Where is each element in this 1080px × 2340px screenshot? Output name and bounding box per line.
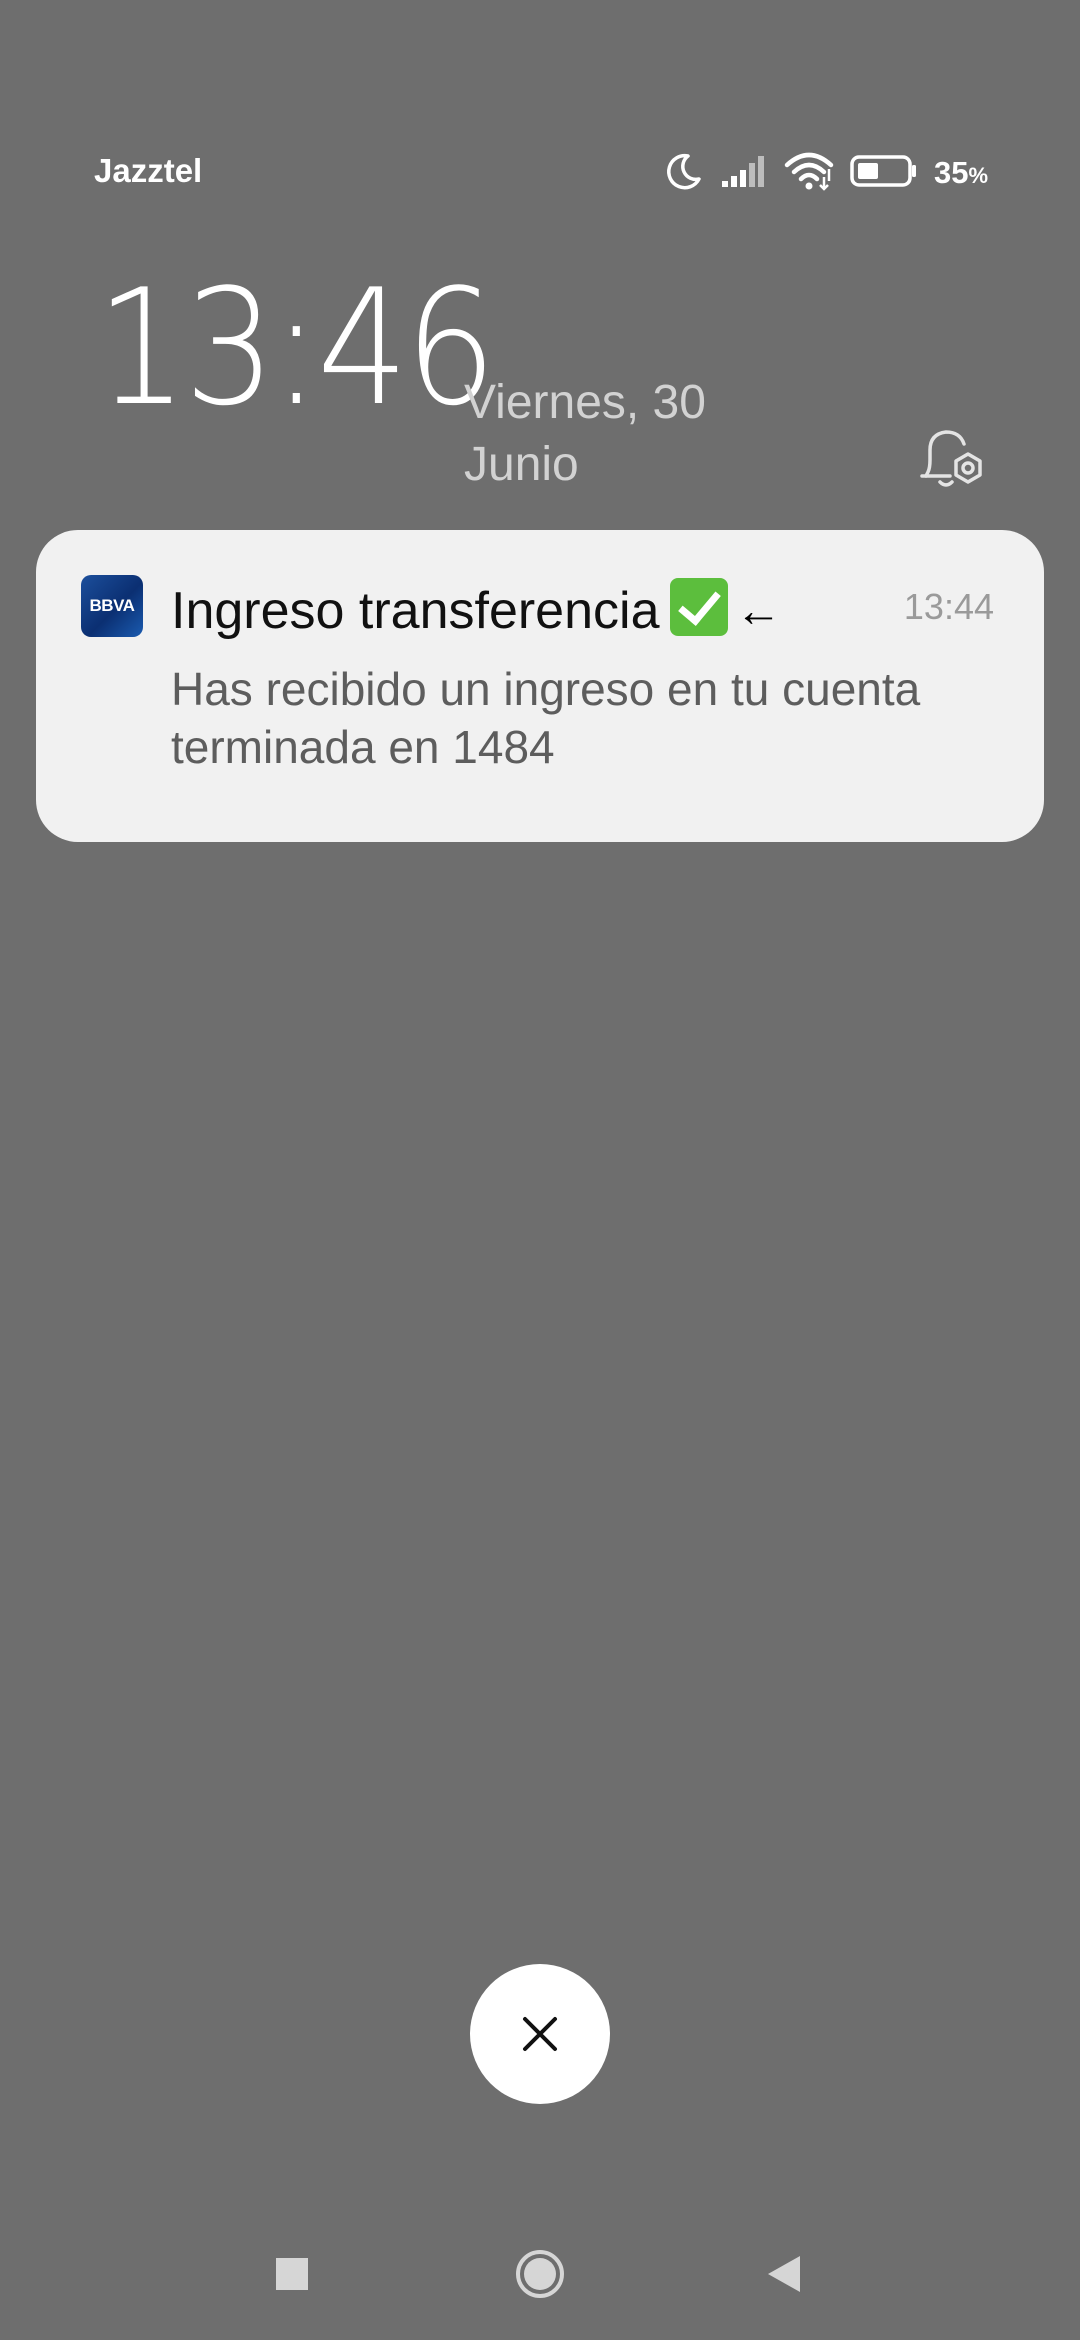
notification-title: Ingreso transferencia ←	[171, 578, 782, 641]
wifi-icon	[784, 151, 834, 196]
date-month: Junio	[464, 438, 579, 491]
notification-title-text: Ingreso transferencia	[171, 582, 660, 640]
status-icons: 35%	[664, 148, 988, 198]
notification-time: 13:44	[903, 586, 994, 627]
notification-settings-icon[interactable]	[916, 426, 988, 496]
bbva-app-icon: BBVA	[81, 575, 143, 637]
notification-body: Has recibido un ingreso en tu cuenta ter…	[171, 663, 921, 773]
lockscreen-date: Viernes, 30 Junio	[464, 372, 706, 496]
home-button[interactable]	[514, 2248, 566, 2300]
notification-card[interactable]: BBVA Ingreso transferencia ← 13:44 Has re…	[36, 530, 1044, 842]
lockscreen-clock: 13:46	[96, 254, 497, 441]
close-icon	[523, 2017, 557, 2051]
status-bar: Jazztel 35%	[0, 0, 1080, 240]
arrow-left-icon: ←	[735, 584, 782, 636]
battery-percent: 35%	[933, 155, 988, 190]
clear-notifications-button[interactable]	[470, 1964, 610, 2104]
check-mark-icon	[669, 578, 728, 636]
back-button[interactable]	[766, 2254, 802, 2294]
moon-icon	[664, 151, 704, 196]
signal-icon	[720, 153, 768, 194]
battery-icon	[850, 154, 918, 193]
recents-button[interactable]	[276, 2258, 308, 2290]
date-weekday: Viernes, 30	[464, 376, 706, 429]
navigation-bar	[0, 2220, 1080, 2340]
carrier-name: Jazztel	[94, 152, 203, 189]
